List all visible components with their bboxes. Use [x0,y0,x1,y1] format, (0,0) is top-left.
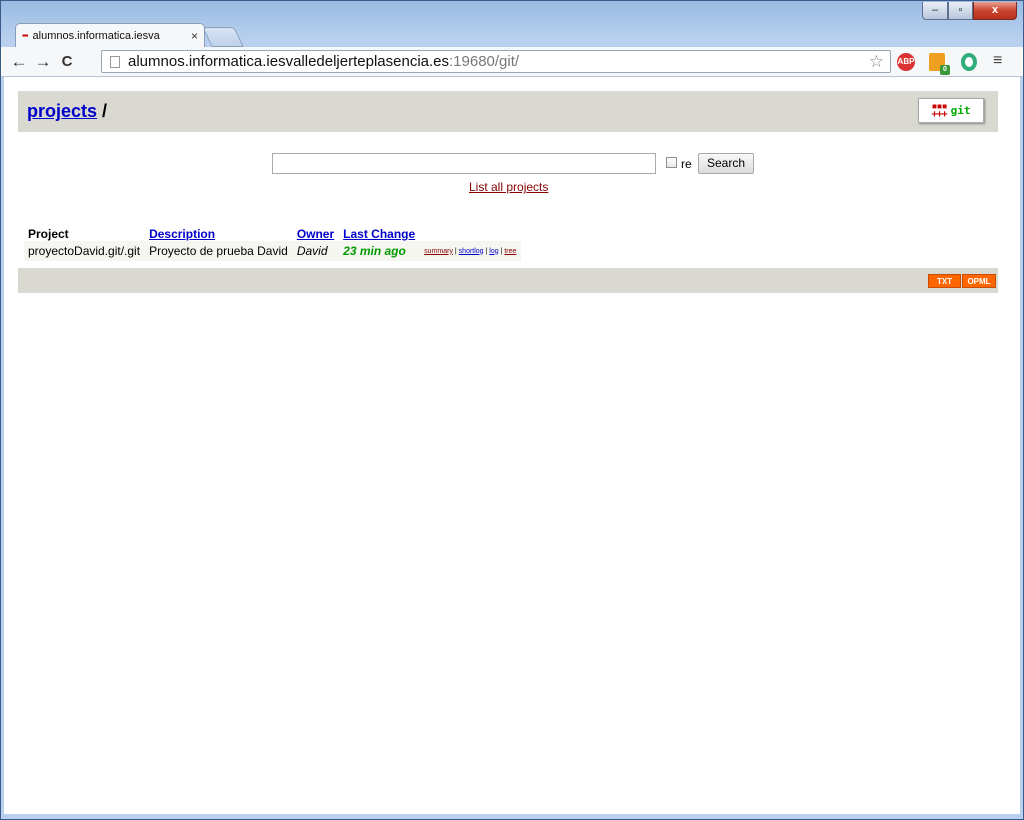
breadcrumb: projects / [27,101,107,122]
opml-feed-button[interactable]: OPML [962,274,996,288]
git-logo-dots-icon: ▪▪▪ +++ [931,100,948,120]
project-owner: David [292,241,340,261]
browser-toolbar: ← → C alumnos.informatica.iesvalledeljer… [1,47,1023,77]
browser-window: – ▫ x ▪▪▪ alumnos.informatica.iesva × ← … [0,0,1024,820]
project-list: Project Description Owner Last Change pr… [24,223,522,261]
project-links: summary | shortlog | log | tree [420,241,522,261]
tab-strip: ▪▪▪ alumnos.informatica.iesva × [1,23,1023,47]
projects-link[interactable]: projects [27,101,97,121]
menu-icon[interactable]: ≡ [993,52,1002,70]
search-button[interactable]: Search [698,153,754,174]
project-description[interactable]: Proyecto de prueba David [145,241,293,261]
extension-icon[interactable]: 0 [929,53,950,75]
new-tab-button[interactable] [202,27,244,47]
tab-active[interactable]: ▪▪▪ alumnos.informatica.iesva × [15,23,205,47]
forward-arrow-icon[interactable]: → [31,52,55,72]
column-description: Description [145,223,293,241]
page-header: projects / ▪▪▪ +++ git [18,91,998,132]
column-last-change: Last Change [339,223,420,241]
tab-title: alumnos.informatica.iesva [32,29,160,42]
bookmark-star-icon[interactable]: ☆ [869,52,884,72]
green-ring-extension-icon[interactable] [961,53,977,71]
git-logo-text: git [950,104,971,117]
summary-link[interactable]: summary [424,248,453,255]
page-content: projects / ▪▪▪ +++ git re Search List all… [4,77,1020,814]
sort-owner-link[interactable]: Owner [297,227,334,241]
url-path: :19680/git/ [449,53,520,70]
list-all-projects-link[interactable]: List all projects [469,180,548,194]
url-host: alumnos.informatica.iesvalledeljerteplas… [128,53,449,70]
back-arrow-icon[interactable]: ← [7,52,31,72]
breadcrumb-separator: / [102,101,108,121]
page-icon [110,55,120,68]
column-project: Project [28,227,69,241]
window-controls: – ▫ x [922,2,1017,20]
project-age: 23 min ago [339,241,421,261]
gitweb-favicon-icon: ▪▪▪ [22,30,28,40]
column-owner: Owner [293,223,339,241]
txt-feed-button[interactable]: TXT [928,274,961,288]
minimize-button[interactable]: – [922,2,948,20]
git-logo[interactable]: ▪▪▪ +++ git [918,98,984,123]
close-window-button[interactable]: x [973,2,1017,20]
regex-label: re [681,157,692,171]
reload-icon[interactable]: C [55,53,79,70]
maximize-button[interactable]: ▫ [948,2,973,20]
sort-description-link[interactable]: Description [149,227,215,241]
page-footer: TXT OPML [18,268,998,293]
project-name[interactable]: proyectoDavid.git/.git [24,241,146,261]
extension-badge: 0 [940,65,950,75]
table-row: proyectoDavid.git/.git Proyecto de prueb… [24,241,522,261]
table-header-row: Project Description Owner Last Change [24,223,521,241]
regex-checkbox[interactable] [666,157,677,168]
adblock-plus-icon[interactable]: ABP [897,53,915,71]
tree-link[interactable]: tree [504,248,516,255]
sort-age-link[interactable]: Last Change [343,227,415,241]
search-input[interactable] [272,153,656,174]
log-link[interactable]: log [489,248,498,255]
column-links [420,223,521,241]
address-bar[interactable]: alumnos.informatica.iesvalledeljerteplas… [101,50,891,73]
tab-close-icon[interactable]: × [191,29,198,43]
search-form: re Search [272,153,772,177]
shortlog-link[interactable]: shortlog [459,248,484,255]
